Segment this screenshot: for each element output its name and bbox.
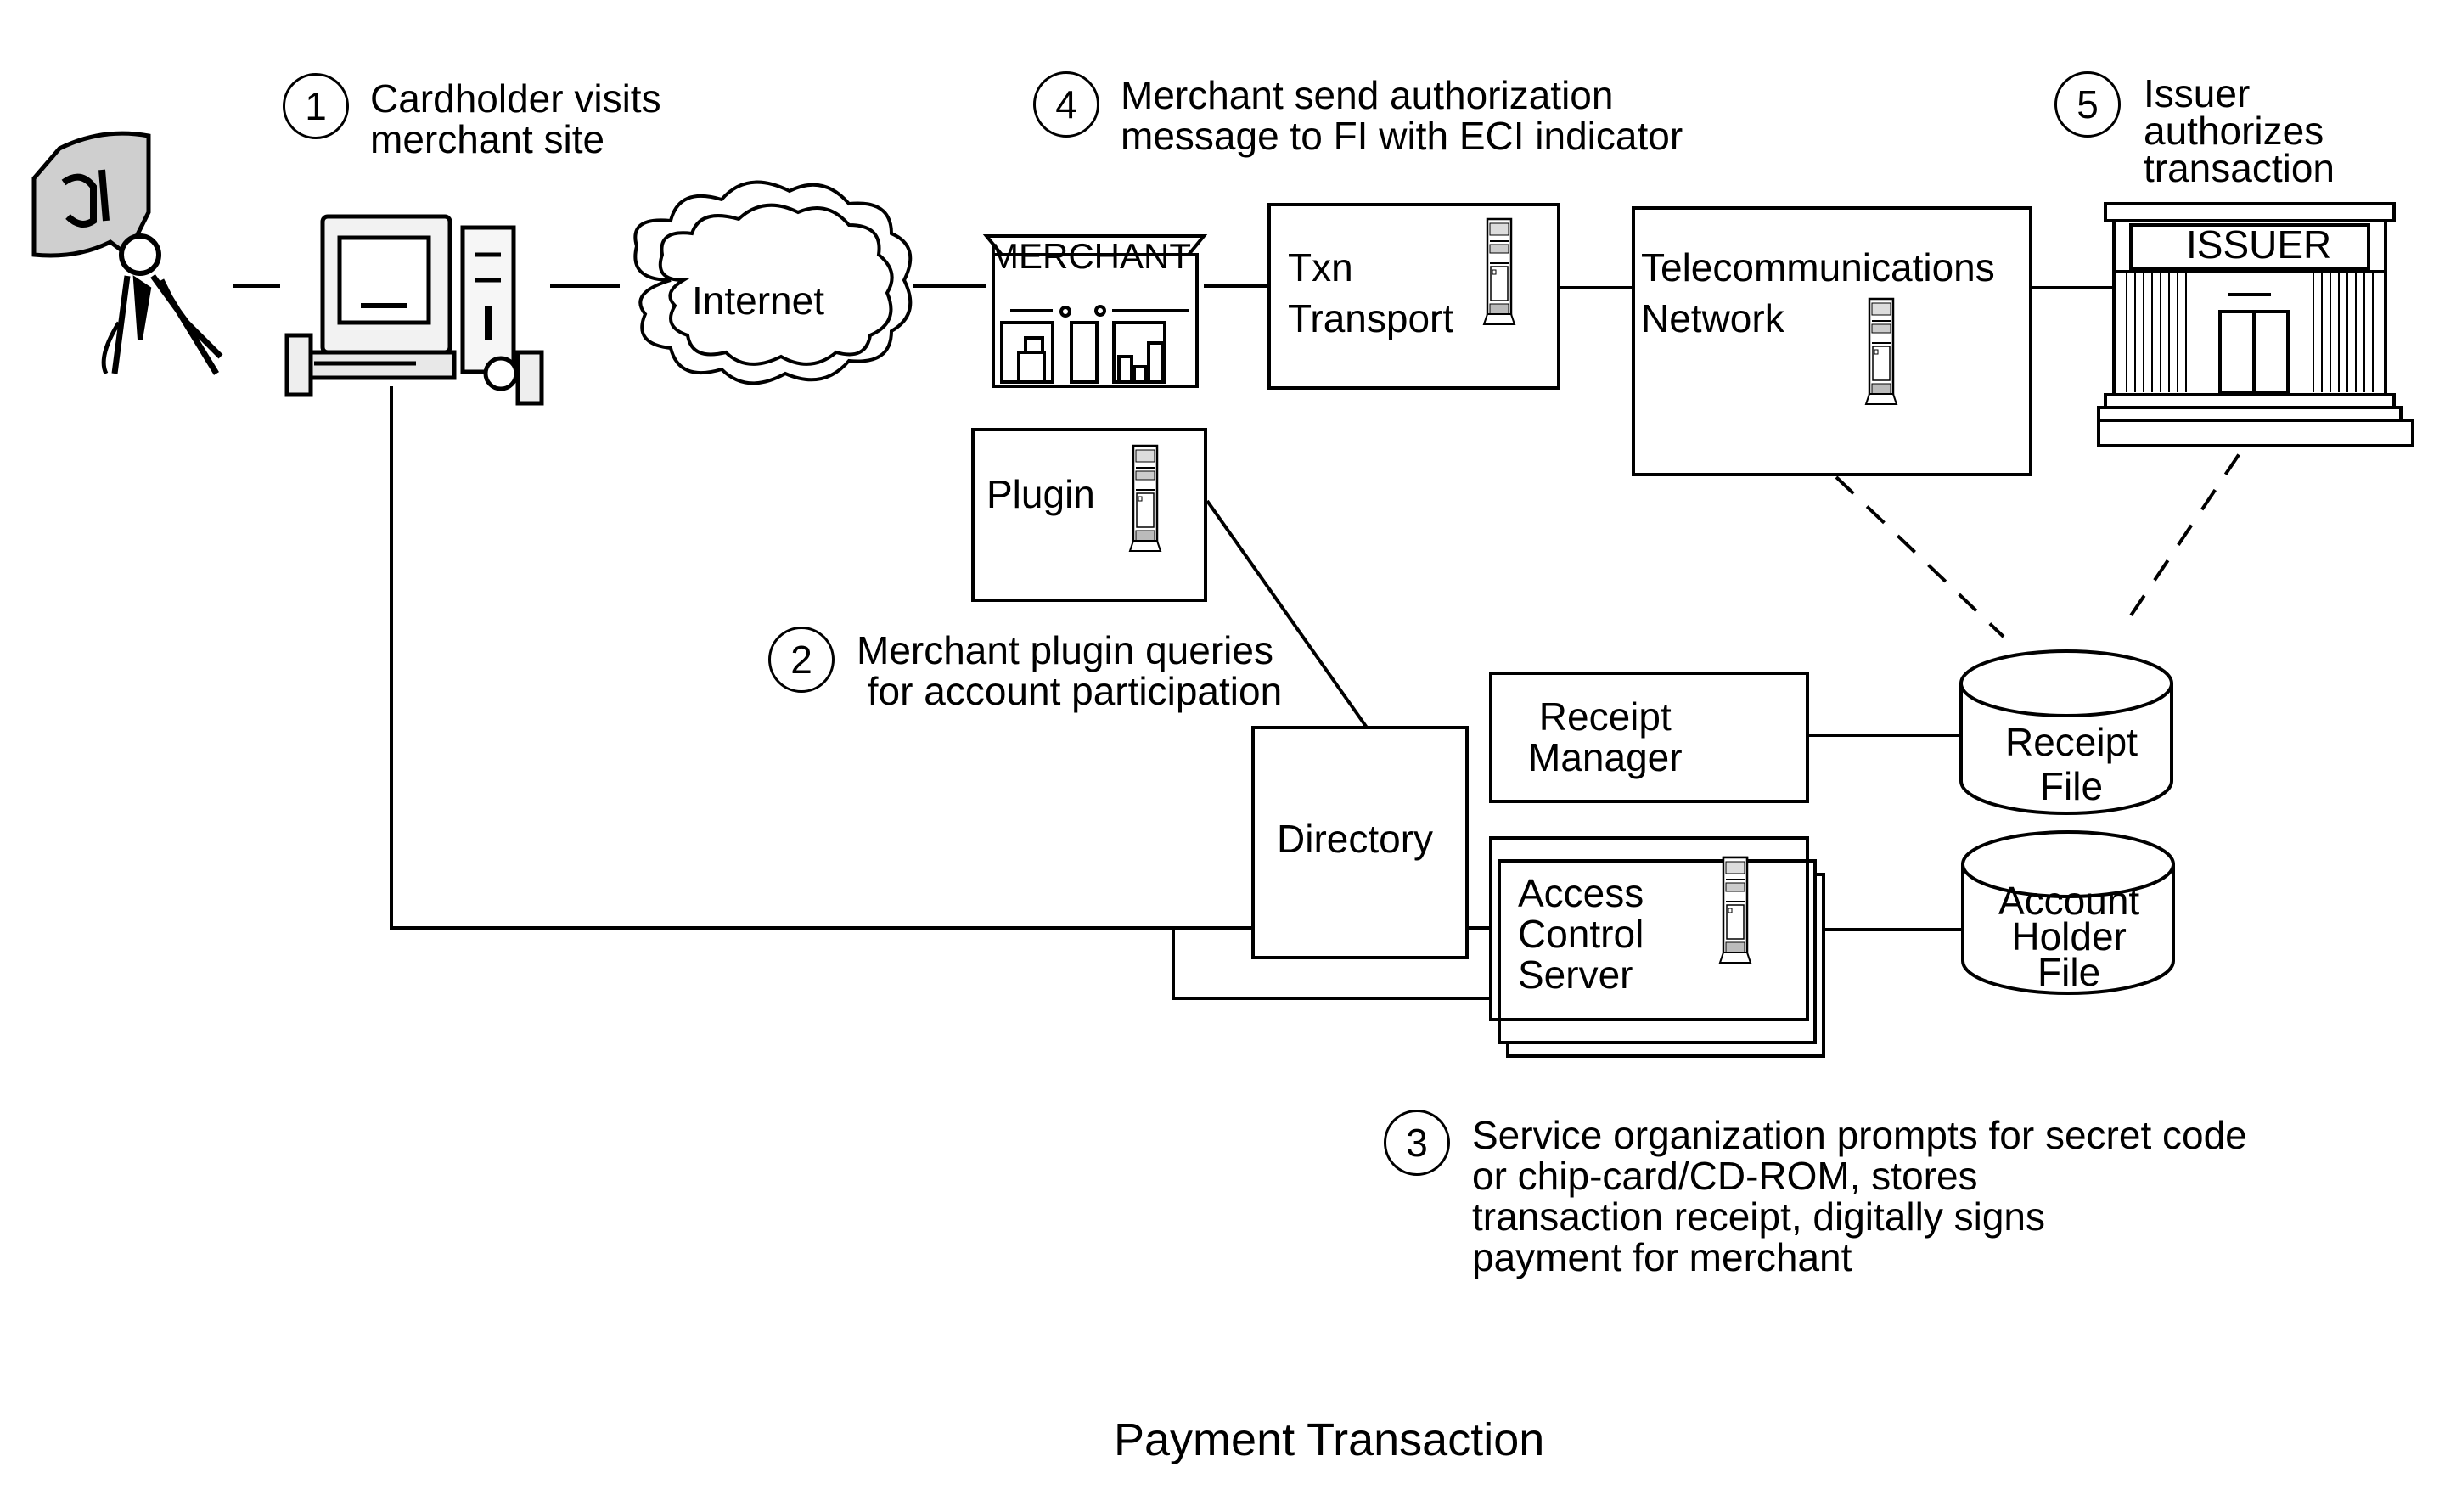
step-2-badge: 2 xyxy=(768,627,835,693)
desktop-computer-icon xyxy=(284,214,544,406)
step-5-text: Issuer authorizes transaction xyxy=(2144,71,2335,190)
connector-telecom-receiptfile-dashed xyxy=(1835,475,2005,638)
step-2-text: Merchant plugin queries for account part… xyxy=(857,628,1283,713)
receipt-manager-label: Receipt Manager xyxy=(1528,694,1683,779)
step-1-text: Cardholder visits merchant site xyxy=(370,76,661,161)
diagram-caption: Payment Transaction xyxy=(1114,1414,1545,1465)
step-4-badge: 4 xyxy=(1033,71,1099,138)
step-4-text: Merchant send authorization message to F… xyxy=(1121,73,1683,158)
merchant-label: MERCHANT xyxy=(989,236,1191,276)
issuer-label: ISSUER xyxy=(2186,222,2332,267)
plugin-label: Plugin xyxy=(986,472,1095,516)
telecom-network-label: Telecommunications Network xyxy=(1641,245,1995,340)
access-control-server-label: Access Control Server xyxy=(1518,871,1644,997)
step-5-badge: 5 xyxy=(2054,71,2121,138)
internet-label: Internet xyxy=(692,278,824,323)
connector-issuer-receiptfile-dashed xyxy=(2121,418,2264,630)
receipt-file-label: Receipt File xyxy=(2005,720,2138,808)
step-3-badge: 3 xyxy=(1384,1110,1450,1176)
step-3-text: Service organization prompts for secret … xyxy=(1472,1113,2247,1279)
directory-label: Directory xyxy=(1277,817,1434,861)
step-1-badge: 1 xyxy=(283,73,349,139)
txn-transport-label: Txn Transport xyxy=(1288,245,1454,340)
account-holder-file-label: Account Holder File xyxy=(1998,879,2140,994)
person-with-money-icon xyxy=(31,131,223,375)
